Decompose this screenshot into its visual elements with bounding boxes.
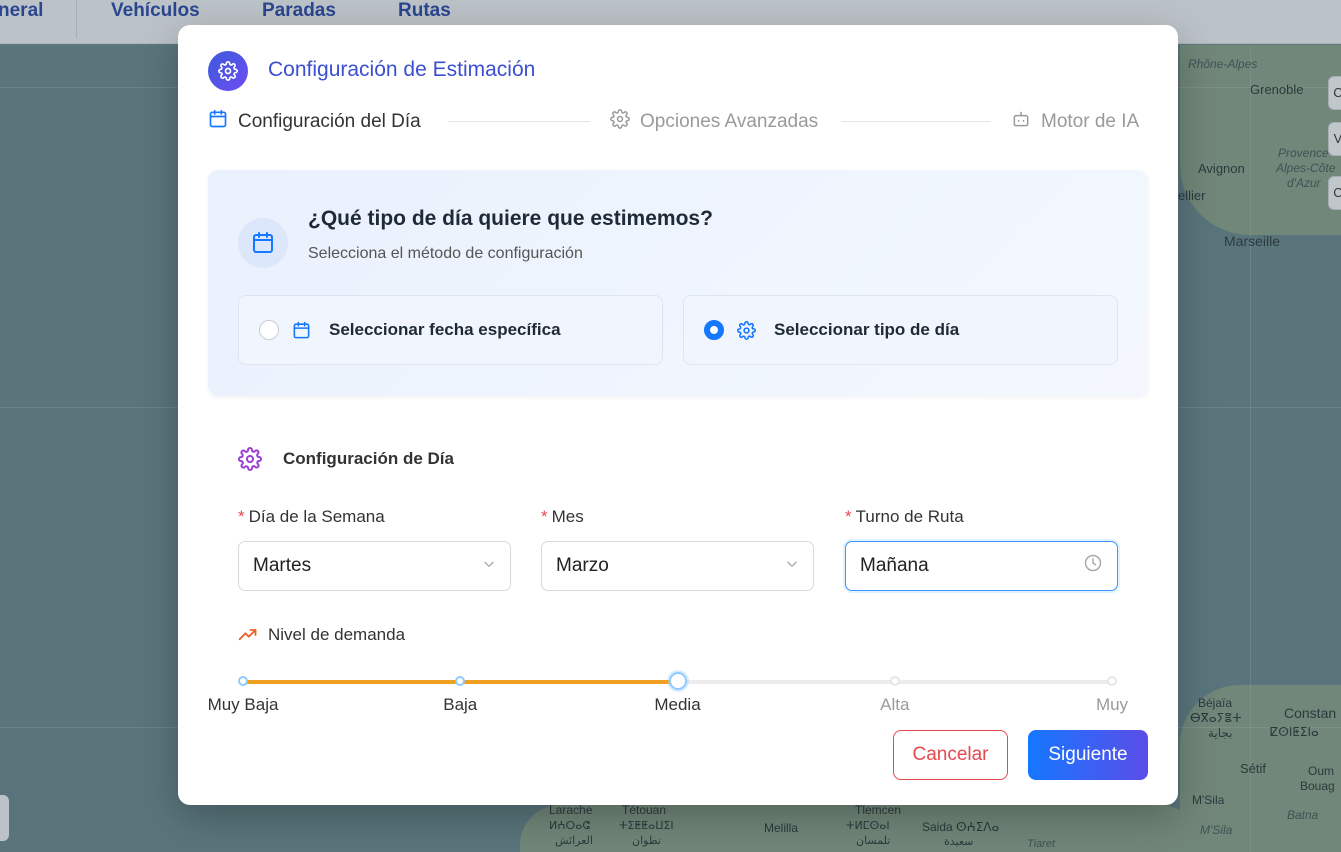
slider-mark-label[interactable]: Media <box>654 695 700 715</box>
step-label: Motor de IA <box>1041 111 1140 132</box>
calendar-icon <box>208 109 228 135</box>
calendar-icon <box>238 218 288 268</box>
section-title: Configuración de Día <box>283 449 454 468</box>
option-label: Seleccionar fecha específica <box>329 320 561 339</box>
slider-dot[interactable] <box>455 676 466 686</box>
estimation-config-modal: Configuración de Estimación Configuració… <box>178 25 1178 805</box>
trending-up-icon <box>237 625 259 645</box>
select-value: Mañana <box>860 555 929 576</box>
gear-icon <box>610 109 630 135</box>
required-mark: * <box>238 507 245 526</box>
month-select[interactable]: Marzo <box>541 541 814 591</box>
demand-slider[interactable] <box>238 672 1117 690</box>
wizard-steps: Configuración del Día Opciones Avanzadas… <box>208 109 1148 135</box>
step-advanced-options[interactable]: Opciones Avanzadas <box>610 109 818 135</box>
field-label-shift: * Turno de Ruta <box>845 507 964 527</box>
slider-dot[interactable] <box>238 676 248 686</box>
field-label-text: Mes <box>551 507 584 526</box>
slider-mark-label[interactable]: Alta <box>880 695 909 715</box>
gear-icon <box>208 51 248 91</box>
slider-mark-label[interactable]: Baja <box>443 695 477 715</box>
robot-icon <box>1011 109 1031 135</box>
slider-handle[interactable] <box>668 672 687 690</box>
field-label-text: Turno de Ruta <box>855 507 964 526</box>
slider-dot[interactable] <box>1107 676 1117 686</box>
gear-icon <box>238 447 262 471</box>
select-value: Marzo <box>556 555 609 576</box>
field-label-text: Día de la Semana <box>248 507 385 526</box>
step-label: Configuración del Día <box>238 111 421 132</box>
calendar-icon <box>291 320 311 340</box>
gear-icon <box>736 320 756 340</box>
modal-title: Configuración de Estimación <box>268 58 536 81</box>
step-day-config[interactable]: Configuración del Día <box>208 109 421 135</box>
step-connector <box>841 121 991 122</box>
field-label-month: * Mes <box>541 507 584 527</box>
card-subtitle: Selecciona el método de configuración <box>308 245 583 262</box>
card-title: ¿Qué tipo de día quiere que estimemos? <box>308 207 713 230</box>
chevron-down-icon <box>482 555 496 577</box>
radio-button-selected[interactable] <box>704 320 724 340</box>
demand-label: Nivel de demanda <box>268 625 406 644</box>
required-mark: * <box>845 507 852 526</box>
option-specific-date[interactable]: Seleccionar fecha específica <box>238 295 663 365</box>
day-type-card: ¿Qué tipo de día quiere que estimemos? S… <box>208 170 1148 396</box>
route-shift-select[interactable]: Mañana <box>845 541 1118 591</box>
cancel-button[interactable]: Cancelar <box>893 730 1008 780</box>
radio-button[interactable] <box>259 320 279 340</box>
weekday-select[interactable]: Martes <box>238 541 511 591</box>
select-value: Martes <box>253 555 312 576</box>
chevron-down-icon <box>785 555 799 577</box>
option-label: Seleccionar tipo de día <box>774 320 960 339</box>
slider-dot[interactable] <box>889 676 900 686</box>
option-day-type[interactable]: Seleccionar tipo de día <box>683 295 1118 365</box>
next-button[interactable]: Siguiente <box>1028 730 1148 780</box>
slider-mark-label[interactable]: Muy <box>1096 695 1128 715</box>
slider-mark-label[interactable]: Muy Baja <box>208 695 279 715</box>
field-label-weekday: * Día de la Semana <box>238 507 385 527</box>
required-mark: * <box>541 507 548 526</box>
step-label: Opciones Avanzadas <box>640 111 819 132</box>
step-connector <box>448 121 590 122</box>
clock-icon <box>1083 553 1103 579</box>
step-ai-engine[interactable]: Motor de IA <box>1011 109 1139 135</box>
